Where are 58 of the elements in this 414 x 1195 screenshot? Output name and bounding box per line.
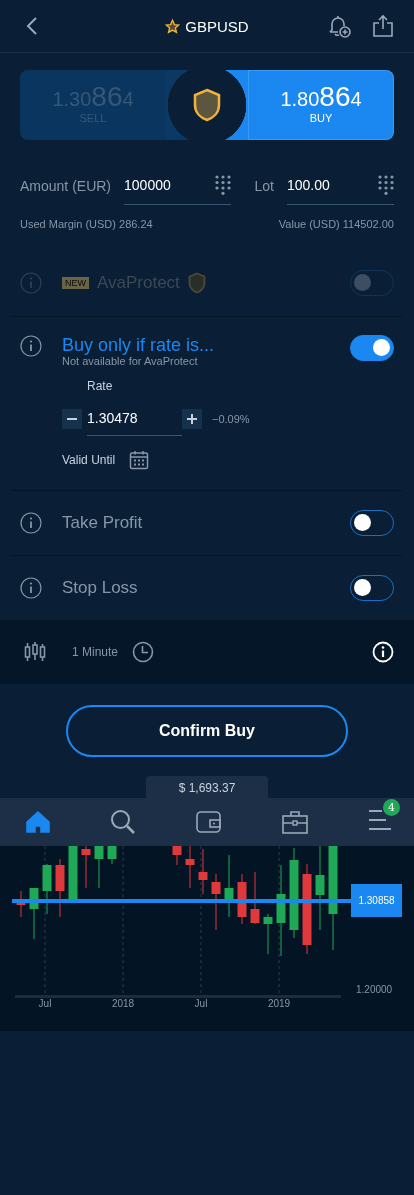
axis-label: Jul <box>37 998 53 1009</box>
axis-label: 1.20000 <box>356 984 393 995</box>
field-label: Amount (EUR) <box>20 177 112 194</box>
plus-button[interactable] <box>182 408 202 429</box>
window-title: GBPUSD <box>185 17 249 35</box>
candlestick-icon[interactable] <box>24 641 46 663</box>
plus-icon <box>186 412 198 425</box>
new-badge: NEW <box>62 277 89 289</box>
candle <box>94 846 104 889</box>
option-sublabel: Not available for AvaProtect <box>62 355 199 367</box>
shield-button[interactable] <box>166 70 248 140</box>
minus-button[interactable] <box>62 408 82 429</box>
menu-icon[interactable] <box>368 809 392 831</box>
candle <box>68 846 78 900</box>
rate-change-text: −0.09% <box>212 412 250 425</box>
keypad-icon[interactable] <box>378 175 394 195</box>
axis-label: 2019 <box>266 998 292 1009</box>
confirm-buy-button[interactable]: Confirm Buy <box>66 705 348 757</box>
search-icon[interactable] <box>110 809 136 835</box>
price-tag: 1.30858 <box>351 884 402 917</box>
keypad-icon[interactable] <box>215 175 232 195</box>
interval-label[interactable]: 1 Minute <box>72 645 119 659</box>
field-label: Lot <box>254 177 274 194</box>
axis-label: 2018 <box>110 998 136 1009</box>
briefcase-icon[interactable] <box>282 810 308 834</box>
candle <box>250 871 260 925</box>
clock-icon[interactable] <box>132 641 155 663</box>
balance-tab[interactable]: $ 1,693.37 <box>146 776 268 798</box>
calendar-icon[interactable] <box>129 450 150 470</box>
valid-until-label: Valid Until <box>62 453 116 467</box>
buy-button[interactable]: 1.80864 BUY <box>248 70 394 140</box>
candle <box>185 846 195 889</box>
shield-icon <box>187 272 206 294</box>
rate-label: Rate <box>87 379 114 393</box>
value-text: Value (USD) 114502.00 <box>278 218 394 230</box>
candle <box>107 846 117 865</box>
home-icon[interactable] <box>26 810 50 834</box>
toggle-switch[interactable] <box>350 335 394 361</box>
lot-field[interactable]: 100.00 <box>287 166 394 205</box>
share-icon[interactable] <box>372 14 394 38</box>
star-icon[interactable] <box>165 18 181 34</box>
candle <box>172 846 182 866</box>
candle <box>263 913 273 955</box>
wallet-icon[interactable] <box>196 811 222 833</box>
candle <box>211 873 221 931</box>
amount-field[interactable]: 100000 <box>124 166 232 205</box>
option-label: Buy only if rate is... <box>62 335 216 355</box>
candle <box>237 873 247 925</box>
candle <box>42 863 52 915</box>
notification-badge: 4 <box>383 799 400 816</box>
axis-label: Jul <box>193 998 209 1009</box>
candle <box>81 846 91 889</box>
option-label: Stop Loss <box>62 578 139 598</box>
shield-icon <box>193 88 221 122</box>
used-margin-text: Used Margin (USD) 286.24 <box>20 218 153 230</box>
back-icon[interactable] <box>26 16 38 36</box>
candle <box>198 848 208 895</box>
option-label: Take Profit <box>62 513 144 533</box>
